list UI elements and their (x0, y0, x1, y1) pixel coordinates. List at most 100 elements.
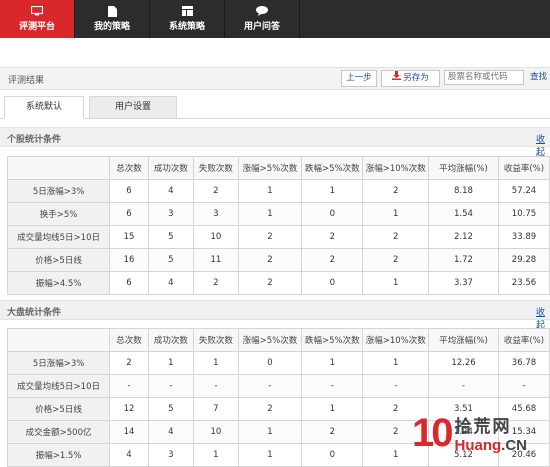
table-cell: 1 (362, 271, 430, 295)
column-header: 涨幅>5%次数 (237, 156, 303, 180)
table-cell: 2 (237, 248, 303, 272)
table-cell: 0 (301, 271, 364, 295)
nav-item-system-strategies[interactable]: 系统策略 (150, 0, 225, 38)
column-header: 失败次数 (192, 328, 239, 352)
stock-stats-collapse-link[interactable]: 收起 (536, 132, 550, 158)
table-cell: 2 (301, 248, 364, 272)
row-condition-label: 5日涨幅>3% (6, 351, 111, 375)
table-cell: 23.56 (497, 271, 550, 295)
table-row: 成交量均线5日>10日 - - - - - - - - (6, 374, 550, 398)
table-cell: - (301, 374, 364, 398)
save-as-button[interactable]: 另存为 (381, 70, 440, 87)
column-header: 总次数 (109, 156, 149, 180)
tab-user-settings[interactable]: 用户设置 (89, 96, 177, 119)
nav-item-label: 系统策略 (168, 22, 205, 32)
table-cell: 1 (301, 397, 364, 421)
table-header-row: 总次数 成功次数 失败次数 涨幅>5%次数 跌幅>5%次数 涨幅>10%次数 平均涨幅(%)… (6, 328, 550, 352)
layout-icon (181, 6, 193, 16)
table-cell: 5 (147, 225, 194, 249)
download-icon (392, 71, 402, 86)
table-cell: 2.12 (428, 225, 499, 249)
table-cell: 4 (147, 179, 194, 203)
table-cell: 0 (301, 202, 364, 226)
table-cell: 5.12 (428, 443, 499, 467)
table-cell: 1 (362, 202, 430, 226)
table-cell: - (428, 374, 499, 398)
previous-step-button[interactable]: 上一步 (341, 70, 377, 87)
table-cell: 10 (192, 225, 239, 249)
stock-search-input[interactable] (444, 70, 524, 85)
table-cell: 1.54 (428, 202, 499, 226)
table-cell: 3.51 (428, 397, 499, 421)
nav-item-my-strategies[interactable]: 我的策略 (75, 0, 150, 38)
table-cell: 11 (192, 248, 239, 272)
result-title: 评测结果 (8, 76, 45, 86)
table-cell: 4 (109, 443, 149, 467)
table-cell: 1.72 (428, 248, 499, 272)
table-cell: 10.75 (497, 202, 550, 226)
table-row: 成交量均线5日>10日 15 5 10 2 2 2 2.12 33.89 (6, 225, 550, 249)
table-cell: 14 (109, 420, 149, 444)
table-cell: 12.26 (428, 351, 499, 375)
table-cell: 2 (362, 225, 430, 249)
table-cell: 2 (301, 225, 364, 249)
table-cell: 20.46 (497, 443, 550, 467)
table-cell: 1 (192, 351, 239, 375)
table-cell: 45.68 (497, 397, 550, 421)
table-cell: 2 (109, 351, 149, 375)
table-cell: 15 (109, 225, 149, 249)
column-header: 收益率(%) (497, 156, 550, 180)
table-cell: 5 (147, 248, 194, 272)
search-button[interactable]: 查找 (530, 70, 550, 85)
table-cell: 6 (109, 202, 149, 226)
table-cell: 6 (109, 271, 149, 295)
table-cell: 2 (192, 179, 239, 203)
table-cell: 3 (192, 202, 239, 226)
table-cell: 1 (301, 351, 364, 375)
table-cell: 7 (192, 397, 239, 421)
column-header: 跌幅>5%次数 (301, 328, 364, 352)
nav-item-label: 我的策略 (93, 22, 130, 32)
table-cell: 0 (237, 351, 303, 375)
column-header: 跌幅>5%次数 (301, 156, 364, 180)
table-header-row: 总次数 成功次数 失败次数 涨幅>5%次数 跌幅>5%次数 涨幅>10%次数 平均涨幅(%)… (6, 156, 550, 180)
column-header: 平均涨幅(%) (428, 156, 499, 180)
column-header: 涨幅>5%次数 (237, 328, 303, 352)
table-cell: 10 (192, 420, 239, 444)
table-cell: - (147, 374, 194, 398)
table-row: 5日涨幅>3% 6 4 2 1 1 2 8.18 57.24 (6, 179, 550, 203)
table-cell: 3 (147, 443, 194, 467)
column-header: 成功次数 (147, 328, 194, 352)
table-cell: 3.37 (428, 271, 499, 295)
tab-system-default[interactable]: 系统默认 (4, 96, 84, 119)
table-cell: 15.34 (497, 420, 550, 444)
table-row: 价格>5日线 16 5 11 2 2 2 1.72 29.28 (6, 248, 550, 272)
market-stats-table: 总次数 成功次数 失败次数 涨幅>5%次数 跌幅>5%次数 涨幅>10%次数 平均涨幅(%)… (6, 328, 550, 467)
market-stats-title: 大盘统计条件 (7, 308, 62, 318)
save-as-label: 另存为 (403, 73, 429, 83)
chat-bubble-icon (256, 6, 268, 16)
table-row: 换手>5% 6 3 3 1 0 1 1.54 10.75 (6, 202, 550, 226)
table-cell: 16 (109, 248, 149, 272)
table-cell: - (362, 374, 430, 398)
nav-item-evaluation-platform[interactable]: 评测平台 (0, 0, 75, 38)
table-cell: 5 (147, 397, 194, 421)
table-row: 5日涨幅>3% 2 1 1 0 1 1 12.26 36.78 (6, 351, 550, 375)
market-stats-header: 大盘统计条件 收起 (0, 300, 550, 331)
row-condition-label: 成交金额>500亿 (6, 420, 111, 444)
table-cell: 1 (237, 179, 303, 203)
table-cell: 1 (192, 443, 239, 467)
table-cell: 2 (192, 271, 239, 295)
table-cell: 2 (237, 397, 303, 421)
table-row: 振幅>4.5% 6 4 2 2 0 1 3.37 23.56 (6, 271, 550, 295)
table-row: 成交金额>500亿 14 4 10 1 2 2 1.24 15.34 (6, 420, 550, 444)
row-condition-label: 成交量均线5日>10日 (6, 225, 111, 249)
table-cell: 2 (237, 271, 303, 295)
settings-tabs: 系统默认 用户设置 (0, 96, 550, 119)
table-cell: 2 (362, 248, 430, 272)
column-header: 平均涨幅(%) (428, 328, 499, 352)
table-cell: 2 (362, 397, 430, 421)
nav-item-user-qa[interactable]: 用户问答 (225, 0, 300, 38)
table-cell: 12 (109, 397, 149, 421)
table-cell: 3 (147, 202, 194, 226)
